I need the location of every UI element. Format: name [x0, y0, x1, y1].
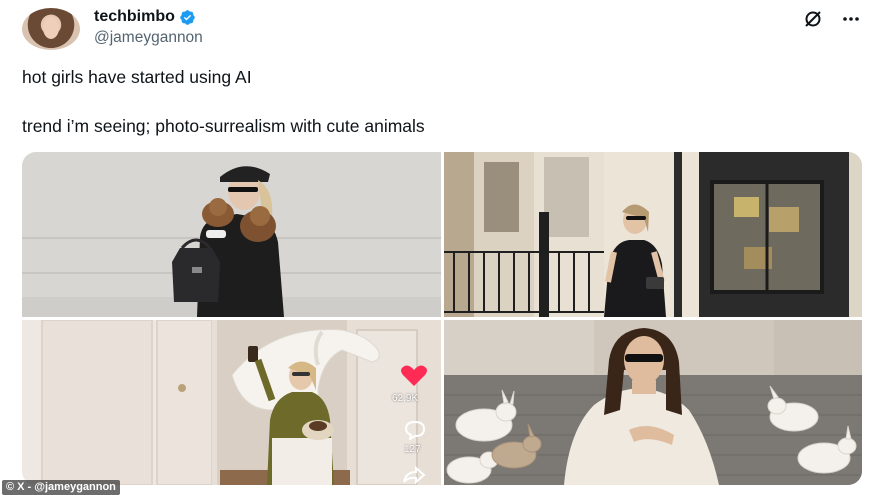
media-grid: 62.9K 127 [22, 152, 862, 485]
tweet-text-line-2: trend i’m seeing; photo-surrealism with … [22, 116, 425, 136]
comment-icon[interactable] [404, 420, 426, 440]
more-horizontal-icon[interactable] [840, 8, 862, 30]
media-photo-woman-with-horse[interactable]: 62.9K 127 [22, 320, 441, 485]
avatar[interactable] [22, 8, 80, 50]
media-photo-woman-with-rabbits[interactable] [444, 320, 862, 485]
author-handle[interactable]: @jameygannon [94, 29, 203, 47]
comment-count: 127 [404, 444, 421, 455]
share-icon[interactable] [402, 466, 426, 484]
photo-woman-rabbits [444, 320, 862, 485]
like-count: 62.9K [392, 393, 419, 404]
avatar-face [43, 17, 59, 39]
verified-badge-icon [180, 9, 195, 25]
tweet-header: techbimbo @jameygannon [22, 6, 862, 52]
tweet-text-line-1: hot girls have started using AI [22, 67, 252, 87]
photo-woman-horse [22, 320, 441, 485]
media-photo-woman-with-puppies[interactable] [22, 152, 441, 317]
photo-woman-puppies [22, 152, 441, 317]
author-display-name[interactable]: techbimbo [94, 8, 175, 26]
watermark: © X - @jameygannon [2, 480, 120, 495]
media-photo-woman-street[interactable] [444, 152, 862, 317]
tiktok-heart-icon[interactable] [400, 364, 428, 388]
grok-icon[interactable] [802, 8, 824, 30]
tweet-actions [802, 8, 862, 30]
author-name-row: techbimbo [94, 8, 196, 26]
photo-woman-street [444, 152, 862, 317]
